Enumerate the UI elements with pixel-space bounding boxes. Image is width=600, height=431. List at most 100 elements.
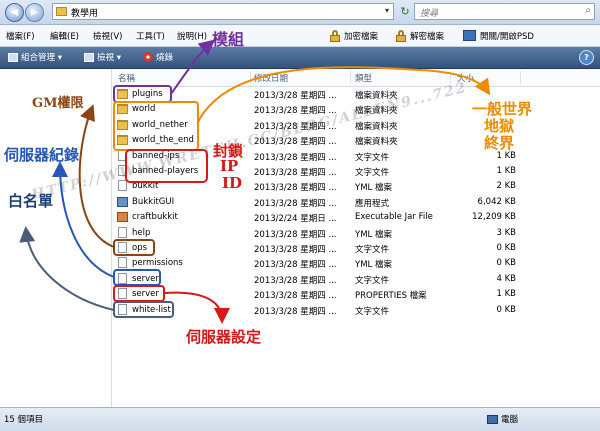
- column-divider[interactable]: [520, 71, 521, 84]
- address-path: 教學用: [71, 9, 99, 19]
- file-type: YML 檔案: [355, 260, 392, 271]
- file-row[interactable]: ops 2013/3/28 星期四 ... 文字文件 0 KB: [112, 241, 600, 256]
- file-date: 2013/3/28 星期四 ...: [254, 91, 337, 101]
- search-icon[interactable]: ⌕: [585, 5, 591, 16]
- column-divider[interactable]: [450, 71, 451, 84]
- folder-icon: [117, 119, 128, 130]
- jar-file-icon: [117, 212, 128, 223]
- file-row[interactable]: permissions 2013/3/28 星期四 ... YML 檔案 0 KB: [112, 256, 600, 271]
- file-row[interactable]: server 2013/3/28 星期四 ... 文字文件 4 KB: [112, 272, 600, 287]
- file-row[interactable]: banned-players 2013/3/28 星期四 ... 文字文件 1 KB: [112, 164, 600, 179]
- menu-edit[interactable]: 編輯(E): [50, 30, 79, 42]
- navigation-pane[interactable]: [0, 69, 112, 407]
- menu-help[interactable]: 說明(H): [177, 30, 207, 42]
- menu-tools[interactable]: 工具(T): [136, 30, 165, 42]
- file-type: 文字文件: [355, 168, 390, 178]
- refresh-icon[interactable]: ↻: [398, 3, 412, 20]
- view-button[interactable]: 檢視 ▾: [84, 51, 121, 63]
- file-size: 0 KB: [496, 304, 516, 315]
- status-location: 電腦: [487, 413, 518, 425]
- file-type: PROPERTIES 檔案: [355, 291, 427, 302]
- status-bar: 15 個項目 電腦: [0, 407, 600, 431]
- folder-icon: [56, 7, 67, 16]
- file-row[interactable]: BukkitGUI 2013/3/28 星期四 ... 應用程式 6,042 KB: [112, 195, 600, 210]
- file-date: 2013/3/28 星期四 ...: [254, 306, 337, 317]
- menu-view[interactable]: 檢視(V): [93, 30, 122, 42]
- file-type: 文字文件: [355, 152, 390, 163]
- file-date: 2013/3/28 星期四 ...: [254, 121, 337, 132]
- file-name: bukkit: [132, 181, 159, 192]
- file-type: YML 檔案: [355, 229, 392, 240]
- forward-button[interactable]: ▶: [25, 3, 44, 22]
- organize-button[interactable]: 組合管理 ▾: [8, 51, 62, 63]
- text-file-icon: [118, 303, 127, 315]
- encrypt-button[interactable]: 加密檔案: [330, 27, 378, 44]
- file-row[interactable]: help 2013/3/28 星期四 ... YML 檔案 3 KB: [112, 226, 600, 241]
- file-row[interactable]: world_nether 2013/3/28 星期四 ... 檔案資料夾: [112, 118, 600, 133]
- help-icon[interactable]: ?: [579, 50, 594, 65]
- file-name: BukkitGUI: [132, 196, 175, 207]
- menu-file[interactable]: 檔案(F): [6, 30, 35, 42]
- file-name: server: [132, 273, 159, 284]
- yml-file-icon: [118, 226, 127, 238]
- text-file-icon: [118, 149, 127, 161]
- chevron-down-icon[interactable]: ▾: [385, 6, 389, 15]
- file-row[interactable]: plugins 2013/3/28 星期四 ... 檔案資料夾: [112, 87, 600, 102]
- file-size: 1 KB: [496, 166, 516, 176]
- file-type: Executable Jar File: [355, 212, 433, 223]
- view-label: 檢視 ▾: [97, 53, 121, 63]
- column-divider[interactable]: [250, 71, 251, 84]
- file-date: 2013/3/28 星期四 ...: [254, 198, 337, 209]
- file-date: 2013/3/28 星期四 ...: [254, 275, 337, 286]
- column-size[interactable]: 大小: [457, 72, 474, 84]
- column-date[interactable]: 修改日期: [254, 72, 288, 84]
- column-name[interactable]: 名稱: [118, 72, 135, 84]
- file-row[interactable]: world 2013/3/28 星期四 ... 檔案資料夾: [112, 102, 600, 117]
- burn-label: 燒錄: [156, 53, 174, 63]
- file-size: 4 KB: [496, 273, 516, 284]
- file-size: 12,209 KB: [472, 212, 516, 223]
- file-name: world_the_end: [132, 135, 194, 146]
- search-input[interactable]: 搜尋 ⌕: [414, 3, 595, 20]
- file-name: server: [132, 289, 159, 300]
- file-name: banned-players: [132, 166, 199, 176]
- file-name: help: [132, 227, 151, 238]
- psd-button[interactable]: 開關/開啟PSD: [463, 27, 534, 44]
- decrypt-label: 解密檔案: [410, 31, 445, 42]
- organize-label: 組合管理 ▾: [21, 53, 62, 63]
- file-type: 文字文件: [355, 245, 390, 255]
- burn-button[interactable]: 燒錄: [143, 51, 173, 63]
- application-icon: [117, 196, 128, 207]
- file-name: world_nether: [132, 119, 188, 130]
- file-size: 6,042 KB: [477, 196, 516, 207]
- file-list: 名稱 修改日期 類型 大小 plugins 2013/3/28 星期四 ... 檔案…: [112, 69, 600, 407]
- column-divider[interactable]: [350, 71, 351, 84]
- computer-icon: [487, 414, 498, 424]
- file-size: 0 KB: [496, 243, 516, 253]
- file-date: 2013/3/28 星期四 ...: [254, 168, 337, 178]
- file-size: 1 KB: [496, 150, 516, 161]
- column-type[interactable]: 類型: [355, 72, 372, 84]
- decrypt-button[interactable]: 解密檔案: [396, 27, 444, 44]
- view-icon: [84, 52, 94, 62]
- file-row[interactable]: white-list 2013/3/28 星期四 ... 文字文件 0 KB: [112, 303, 600, 318]
- file-date: 2013/3/28 星期四 ...: [254, 152, 337, 163]
- file-size: 1 KB: [496, 289, 516, 300]
- file-row[interactable]: world_the_end 2013/3/28 星期四 ... 檔案資料夾: [112, 133, 600, 148]
- file-date: 2013/3/28 星期四 ...: [254, 291, 337, 302]
- file-row[interactable]: craftbukkit 2013/2/24 星期日 ... Executable J…: [112, 210, 600, 225]
- folder-icon: [117, 104, 128, 115]
- file-name: plugins: [132, 89, 163, 99]
- file-date: 2013/2/24 星期日 ...: [254, 214, 337, 225]
- psd-label: 開關/開啟PSD: [480, 31, 534, 42]
- file-date: 2013/3/28 星期四 ...: [254, 229, 337, 240]
- file-date: 2013/3/28 星期四 ...: [254, 106, 337, 117]
- address-field[interactable]: 教學用 ▾: [52, 3, 394, 20]
- file-row[interactable]: bukkit 2013/3/28 星期四 ... YML 檔案 2 KB: [112, 179, 600, 194]
- file-name: craftbukkit: [132, 212, 178, 223]
- file-row[interactable]: server 2013/3/28 星期四 ... PROPERTIES 檔案 1 KB: [112, 287, 600, 302]
- back-button[interactable]: ◀: [5, 3, 24, 22]
- file-size: 0 KB: [496, 258, 516, 269]
- address-bar: ◀ ▶ 教學用 ▾ ↻ 搜尋 ⌕: [0, 0, 600, 25]
- file-row[interactable]: banned-ips 2013/3/28 星期四 ... 文字文件 1 KB: [112, 149, 600, 164]
